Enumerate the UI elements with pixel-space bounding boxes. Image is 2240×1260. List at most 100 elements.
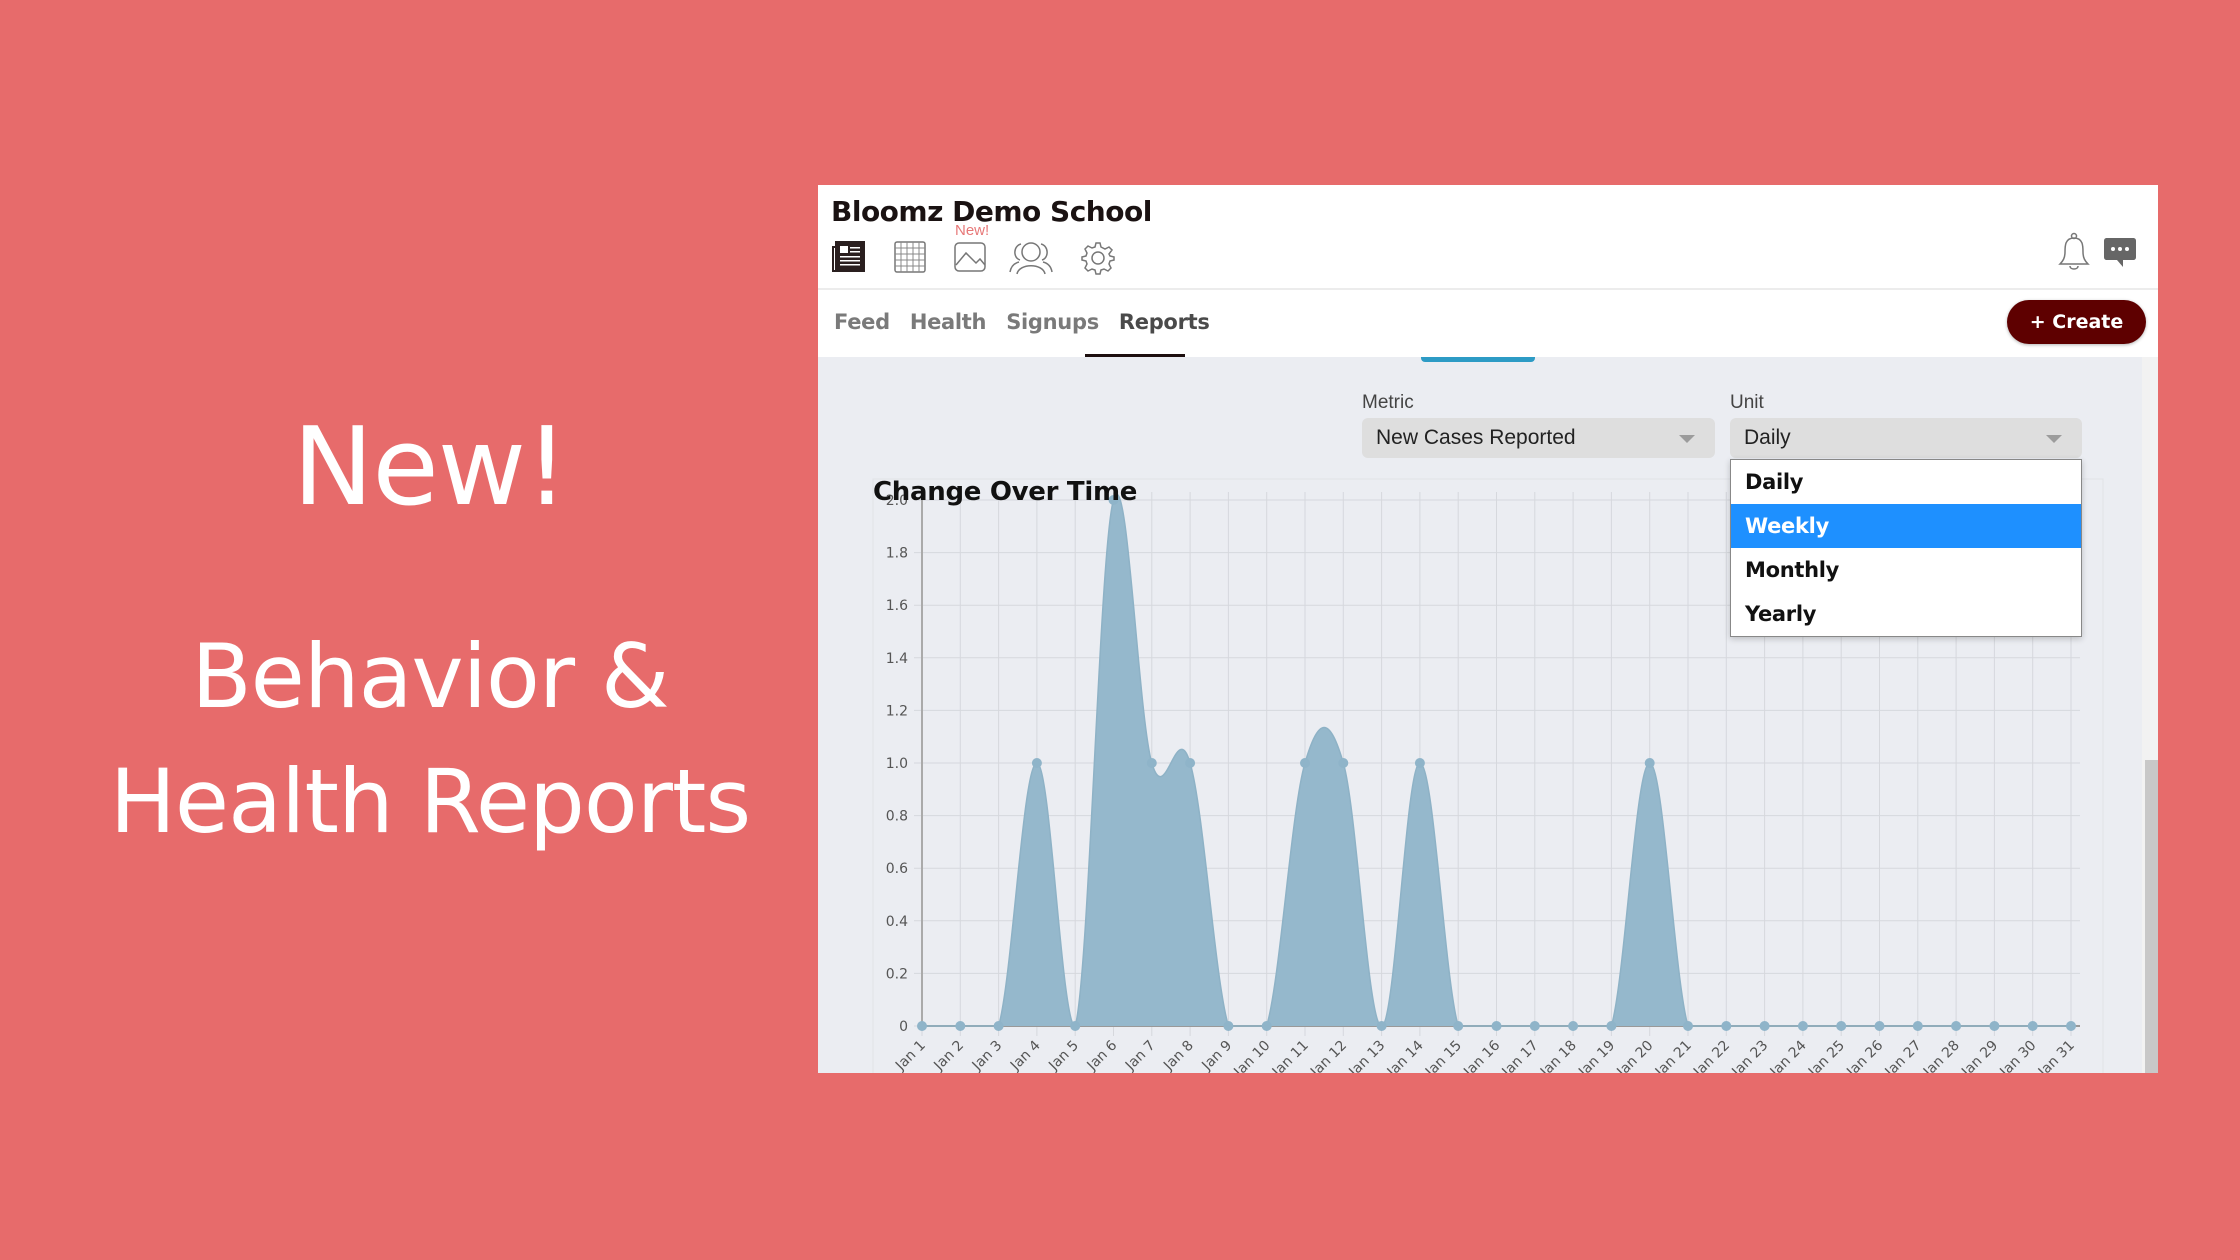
data-point bbox=[1223, 1021, 1234, 1031]
data-point bbox=[1261, 1021, 1272, 1031]
x-tick-label: Jan 9 bbox=[1198, 1038, 1235, 1073]
data-point bbox=[1644, 758, 1655, 768]
data-point bbox=[917, 1021, 927, 1031]
x-tick-label: Jan 10 bbox=[1230, 1038, 1273, 1073]
y-tick-label: 0 bbox=[899, 1019, 908, 1035]
data-point bbox=[1797, 1021, 1808, 1031]
y-tick-label: 1.6 bbox=[886, 598, 908, 614]
x-tick-label: Jan 24 bbox=[1767, 1037, 1810, 1073]
x-tick-label: Jan 2 bbox=[930, 1038, 967, 1073]
create-button[interactable]: + Create bbox=[2007, 300, 2146, 344]
x-tick-label: Jan 7 bbox=[1122, 1038, 1159, 1073]
data-point bbox=[1721, 1021, 1732, 1031]
x-tick-label: Jan 30 bbox=[1996, 1038, 2039, 1073]
calendar-grid-icon[interactable] bbox=[894, 241, 926, 273]
chat-icon[interactable] bbox=[2103, 237, 2137, 274]
data-point bbox=[1683, 1021, 1693, 1031]
unit-option-monthly[interactable]: Monthly bbox=[1731, 548, 2081, 592]
tab-health[interactable]: Health bbox=[910, 310, 987, 334]
y-tick-label: 0.8 bbox=[886, 809, 908, 825]
app-window: Bloomz Demo School New! Feed Health Sign… bbox=[818, 185, 2158, 1073]
x-tick-label: Jan 19 bbox=[1575, 1038, 1618, 1073]
unit-label: Unit bbox=[1730, 392, 1764, 413]
x-tick-label: Jan 23 bbox=[1728, 1038, 1771, 1073]
x-tick-label: Jan 29 bbox=[1958, 1038, 2001, 1073]
metric-select[interactable]: New Cases Reported bbox=[1362, 418, 1715, 458]
x-tick-label: Jan 26 bbox=[1843, 1037, 1886, 1073]
data-point bbox=[1376, 1021, 1387, 1031]
metric-label: Metric bbox=[1362, 392, 1414, 413]
data-point bbox=[1912, 1021, 1923, 1031]
data-point bbox=[1529, 1021, 1540, 1031]
unit-select[interactable]: Daily bbox=[1730, 418, 2082, 458]
data-point bbox=[1338, 758, 1349, 768]
tab-reports[interactable]: Reports bbox=[1119, 310, 1210, 334]
y-tick-label: 0.2 bbox=[886, 966, 908, 982]
people-icon[interactable] bbox=[1009, 241, 1053, 275]
promo-subtitle-line1: Behavior & bbox=[191, 625, 669, 728]
x-tick-label: Jan 11 bbox=[1269, 1038, 1312, 1073]
x-tick-label: Jan 21 bbox=[1652, 1038, 1695, 1073]
data-point bbox=[1146, 758, 1157, 768]
x-tick-label: Jan 25 bbox=[1805, 1038, 1848, 1073]
y-tick-label: 1.4 bbox=[886, 651, 908, 667]
x-tick-label: Jan 5 bbox=[1045, 1038, 1082, 1073]
data-point bbox=[1453, 1021, 1464, 1031]
data-point bbox=[1951, 1021, 1962, 1031]
tab-signups[interactable]: Signups bbox=[1006, 310, 1099, 334]
metric-select-value: New Cases Reported bbox=[1376, 426, 1576, 449]
y-tick-label: 0.6 bbox=[886, 861, 908, 877]
data-point bbox=[1759, 1021, 1770, 1031]
unit-option-weekly[interactable]: Weekly bbox=[1731, 504, 2081, 548]
x-tick-label: Jan 4 bbox=[1007, 1037, 1044, 1073]
data-point bbox=[1568, 1021, 1579, 1031]
x-tick-label: Jan 17 bbox=[1499, 1038, 1542, 1073]
data-point bbox=[2066, 1021, 2076, 1031]
header-divider bbox=[818, 288, 2158, 290]
new-badge: New! bbox=[955, 222, 990, 239]
data-point bbox=[1070, 1021, 1081, 1031]
unit-option-yearly[interactable]: Yearly bbox=[1731, 592, 2081, 636]
x-tick-label: Jan 6 bbox=[1084, 1037, 1121, 1073]
x-tick-label: Jan 1 bbox=[892, 1038, 929, 1073]
x-tick-label: Jan 16 bbox=[1460, 1037, 1503, 1073]
data-point bbox=[1414, 758, 1425, 768]
data-point bbox=[2027, 1021, 2038, 1031]
promo-subtitle-line2: Health Reports bbox=[109, 750, 752, 853]
x-tick-label: Jan 20 bbox=[1613, 1038, 1656, 1073]
x-tick-label: Jan 15 bbox=[1422, 1038, 1465, 1073]
chevron-down-icon bbox=[1679, 435, 1695, 443]
x-tick-label: Jan 14 bbox=[1384, 1037, 1427, 1073]
bell-icon[interactable] bbox=[2058, 232, 2090, 277]
gear-icon[interactable] bbox=[1081, 241, 1115, 275]
data-point bbox=[955, 1021, 966, 1031]
data-point bbox=[993, 1021, 1004, 1031]
y-tick-label: 1.2 bbox=[886, 703, 908, 719]
x-tick-label: Jan 27 bbox=[1882, 1038, 1925, 1073]
x-tick-label: Jan 18 bbox=[1537, 1038, 1580, 1073]
data-point bbox=[1606, 1021, 1617, 1031]
newspaper-icon[interactable] bbox=[832, 241, 866, 273]
unit-dropdown-menu: Daily Weekly Monthly Yearly bbox=[1730, 459, 2082, 637]
scrollbar-thumb[interactable] bbox=[2145, 760, 2158, 1073]
tab-bar: Feed Health Signups Reports bbox=[834, 310, 1230, 334]
chevron-down-icon bbox=[2046, 435, 2062, 443]
tab-feed[interactable]: Feed bbox=[834, 310, 890, 334]
x-tick-label: Jan 31 bbox=[2035, 1038, 2078, 1073]
data-point bbox=[1491, 1021, 1502, 1031]
data-point bbox=[1185, 758, 1196, 768]
data-point bbox=[1874, 1021, 1885, 1031]
x-tick-label: Jan 3 bbox=[969, 1038, 1006, 1073]
y-tick-label: 1.0 bbox=[886, 756, 908, 772]
school-title: Bloomz Demo School bbox=[831, 195, 1152, 228]
unit-option-daily[interactable]: Daily bbox=[1731, 460, 2081, 504]
data-point bbox=[1031, 758, 1042, 768]
promo-headline: New! bbox=[292, 405, 569, 530]
data-point bbox=[1300, 758, 1310, 768]
data-point bbox=[1989, 1021, 2000, 1031]
x-tick-label: Jan 12 bbox=[1307, 1038, 1350, 1073]
photo-icon[interactable] bbox=[954, 241, 986, 273]
chart-title: Change Over Time bbox=[873, 477, 1138, 507]
x-tick-label: Jan 28 bbox=[1920, 1038, 1963, 1073]
x-tick-label: Jan 13 bbox=[1345, 1038, 1388, 1073]
